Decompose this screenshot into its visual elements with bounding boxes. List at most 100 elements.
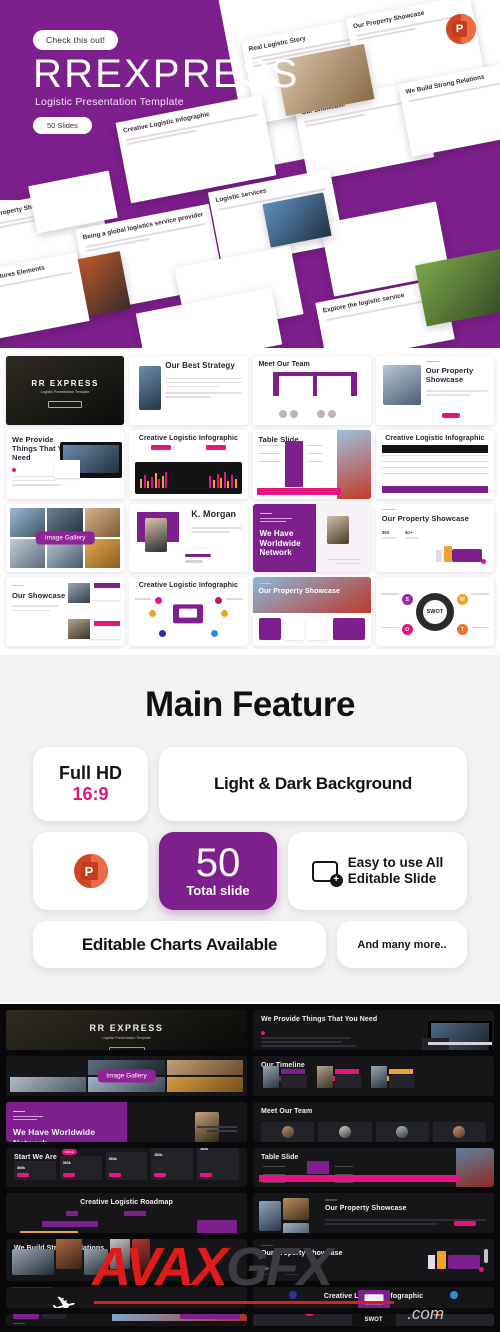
slide-thumb[interactable]: Our Property Showcase	[252, 577, 371, 646]
and-many-more-label: And many more..	[357, 938, 447, 951]
slide-thumb[interactable]: SWOT S W O T	[375, 577, 494, 646]
slide-thumb[interactable]: Creative Logistic Infographic	[129, 429, 248, 499]
easy-editable-card[interactable]: + Easy to use All Editable Slide	[288, 832, 467, 910]
slide-title: Our Property Showcase	[258, 588, 340, 596]
slide-title: K. Morgan	[191, 508, 237, 519]
bar-value: 360k	[17, 1165, 25, 1170]
slide-title: RR EXPRESS	[89, 1023, 164, 1034]
bar-value: 360k	[200, 1147, 209, 1152]
slide-thumb[interactable]: Image Gallery	[6, 503, 125, 573]
editable-charts-card[interactable]: Editable Charts Available	[33, 921, 326, 968]
slide-title: Our Property Showcase	[325, 1204, 407, 1212]
slide-title: Our Best Strategy	[165, 361, 235, 370]
slide-thumb[interactable]: Our Timeline	[253, 1055, 494, 1096]
slide-thumb[interactable]: Creative Logistic Roadmap	[6, 1193, 247, 1234]
slide-thumb[interactable]: Creative Logistic Infographic	[375, 429, 494, 499]
team-card[interactable]: Aaron Morgan Co Founder	[318, 1122, 372, 1142]
easy-line-2: Editable Slide	[347, 871, 437, 886]
team-card[interactable]: Alice Palmer Co Founder	[261, 1122, 315, 1142]
slide-thumb[interactable]: Table Slide	[252, 429, 371, 499]
slide-thumb[interactable]: Table Slide	[253, 1147, 494, 1188]
light-dark-card[interactable]: Light & Dark Background	[159, 747, 467, 821]
bar-value: 360k	[108, 1157, 117, 1162]
add-slide-icon: +	[311, 860, 343, 887]
aspect-ratio-label: 16:9	[72, 783, 109, 804]
slide-title: Our Property Showcase	[381, 513, 469, 523]
slide-subtitle: Logistic Presentation Template	[40, 390, 90, 395]
slide-title: Our Property Showcase	[425, 366, 474, 385]
powerpoint-icon: P	[73, 854, 108, 888]
gallery-pill: Image Gallery	[35, 531, 95, 545]
slide-thumb[interactable]: Our Best Strategy	[129, 356, 248, 425]
slide-thumb[interactable]: Start We Are 360k SINCE 360k 360k 360k 3…	[6, 1147, 247, 1188]
light-slides-grid: RR EXPRESS Logistic Presentation Templat…	[0, 356, 500, 646]
main-feature-section: Main Feature Full HD 16:9 Light & Dark B…	[0, 655, 500, 1002]
dark-slides-grid: RR EXPRESS Logistic Presentation Templat…	[0, 1004, 500, 1332]
slide-thumb[interactable]: Creative Logistic Infographic	[129, 577, 248, 646]
ppt-letter: P	[80, 862, 98, 880]
ppt-letter: P	[452, 21, 467, 37]
bar-value: 360k	[62, 1161, 71, 1166]
and-many-more-card[interactable]: And many more..	[337, 921, 467, 968]
slide-title: RR EXPRESS	[31, 378, 99, 388]
slide-title: Meet Our Team	[261, 1107, 313, 1115]
slide-thumb[interactable]: Meet Our Team	[252, 356, 371, 425]
plus-badge: +	[329, 873, 343, 887]
slide-thumb[interactable]: We Have Worldwide Network	[6, 1101, 247, 1142]
team-card[interactable]: Josh Tunada Co Founder	[432, 1122, 486, 1142]
slide-thumb[interactable]: Image Gallery	[6, 1055, 247, 1096]
slide-title: Creative Logistic Infographic	[385, 434, 485, 442]
slide-title: We Have Worldwide Network	[13, 1127, 96, 1141]
light-dark-label: Light & Dark Background	[213, 774, 413, 793]
hero-section: Real Logistic Story Our Property Showcas…	[0, 0, 500, 348]
total-slides-card[interactable]: 50 Total slide	[159, 832, 277, 910]
feature-row-3: Editable Charts Available And many more.…	[33, 921, 467, 968]
slide-thumb[interactable]: Our Property Showcase	[375, 356, 494, 425]
slide-title: Table Slide	[261, 1153, 299, 1161]
bar-value: 360k	[154, 1152, 163, 1157]
team-card[interactable]: Monica Lii Co Founder	[375, 1122, 429, 1142]
poster-page: Real Logistic Story Our Property Showcas…	[0, 0, 500, 1332]
slide-title: SWOT	[358, 1314, 389, 1326]
gallery-pill: Image Gallery	[97, 1069, 156, 1083]
slide-thumb[interactable]: Our Showcase	[6, 577, 125, 646]
hero-subtitle: Logistic Presentation Template	[35, 96, 184, 108]
slide-thumb[interactable]: K. Morgan	[129, 503, 248, 573]
total-slides-number: 50	[195, 841, 241, 885]
powerpoint-card[interactable]: P	[33, 832, 148, 910]
slide-thumb[interactable]: We Build Strong Relations	[6, 1239, 247, 1282]
easy-line-1: Easy to use All	[347, 854, 444, 870]
slide-thumb[interactable]: RR EXPRESS Logistic Presentation Templat…	[6, 1010, 247, 1050]
slide-thumb[interactable]: Our Property Showcase 350 40+	[253, 1239, 494, 1282]
slide-subtitle: Logistic Presentation Template	[102, 1036, 151, 1041]
page-title: RREXPRESS	[33, 52, 300, 96]
slide-thumb[interactable]: Meet Our Team Alice Palmer Co Founder Aa…	[253, 1101, 494, 1142]
slide-title: Creative Logistic Roadmap	[80, 1199, 173, 1207]
plane-icon: ✈	[48, 1288, 81, 1308]
slide-title: SWOT	[422, 599, 447, 624]
feature-row-2: P 50 Total slide + Easy to use All Edita…	[33, 832, 467, 910]
full-hd-card[interactable]: Full HD 16:9	[33, 747, 148, 821]
slide-title: We Provide Things That You Need	[261, 1016, 378, 1023]
editable-charts-label: Editable Charts Available	[81, 934, 278, 954]
slide-thumb[interactable]: We Have Worldwide Network	[252, 503, 371, 573]
slide-thumb[interactable]: Our Property Showcase	[253, 1193, 494, 1234]
check-this-out-badge[interactable]: Check this out!	[33, 30, 119, 50]
slide-thumb[interactable]: Our Property Showcase	[6, 1314, 247, 1326]
slides-count-badge: 50 Slides	[33, 117, 92, 134]
feature-row-1: Full HD 16:9 Light & Dark Background	[33, 747, 467, 821]
slide-thumb[interactable]: Creative Logistic Infographic	[253, 1287, 494, 1308]
slide-thumb[interactable]: We Provide Things That You Need	[253, 1010, 494, 1050]
slide-thumb[interactable]: We Provide Things That You Need	[6, 429, 125, 499]
slide-thumb[interactable]: Our Showcase ✈	[6, 1287, 247, 1308]
total-slides-label: Total slide	[186, 883, 250, 898]
slide-thumb[interactable]: Our Property Showcase 350 40+	[375, 503, 494, 573]
full-hd-label: Full HD	[59, 762, 122, 783]
slide-title: Creative Logistic Infographic	[138, 582, 239, 590]
slide-title: Creative Logistic Infographic	[138, 434, 239, 442]
powerpoint-icon: P	[446, 14, 476, 44]
slide-thumb[interactable]: RR EXPRESS Logistic Presentation Templat…	[6, 356, 125, 425]
section-heading: Main Feature	[145, 685, 355, 724]
slide-thumb[interactable]: SWOT S W O T	[253, 1314, 494, 1326]
slide-title: We Have Worldwide Network	[259, 529, 301, 558]
